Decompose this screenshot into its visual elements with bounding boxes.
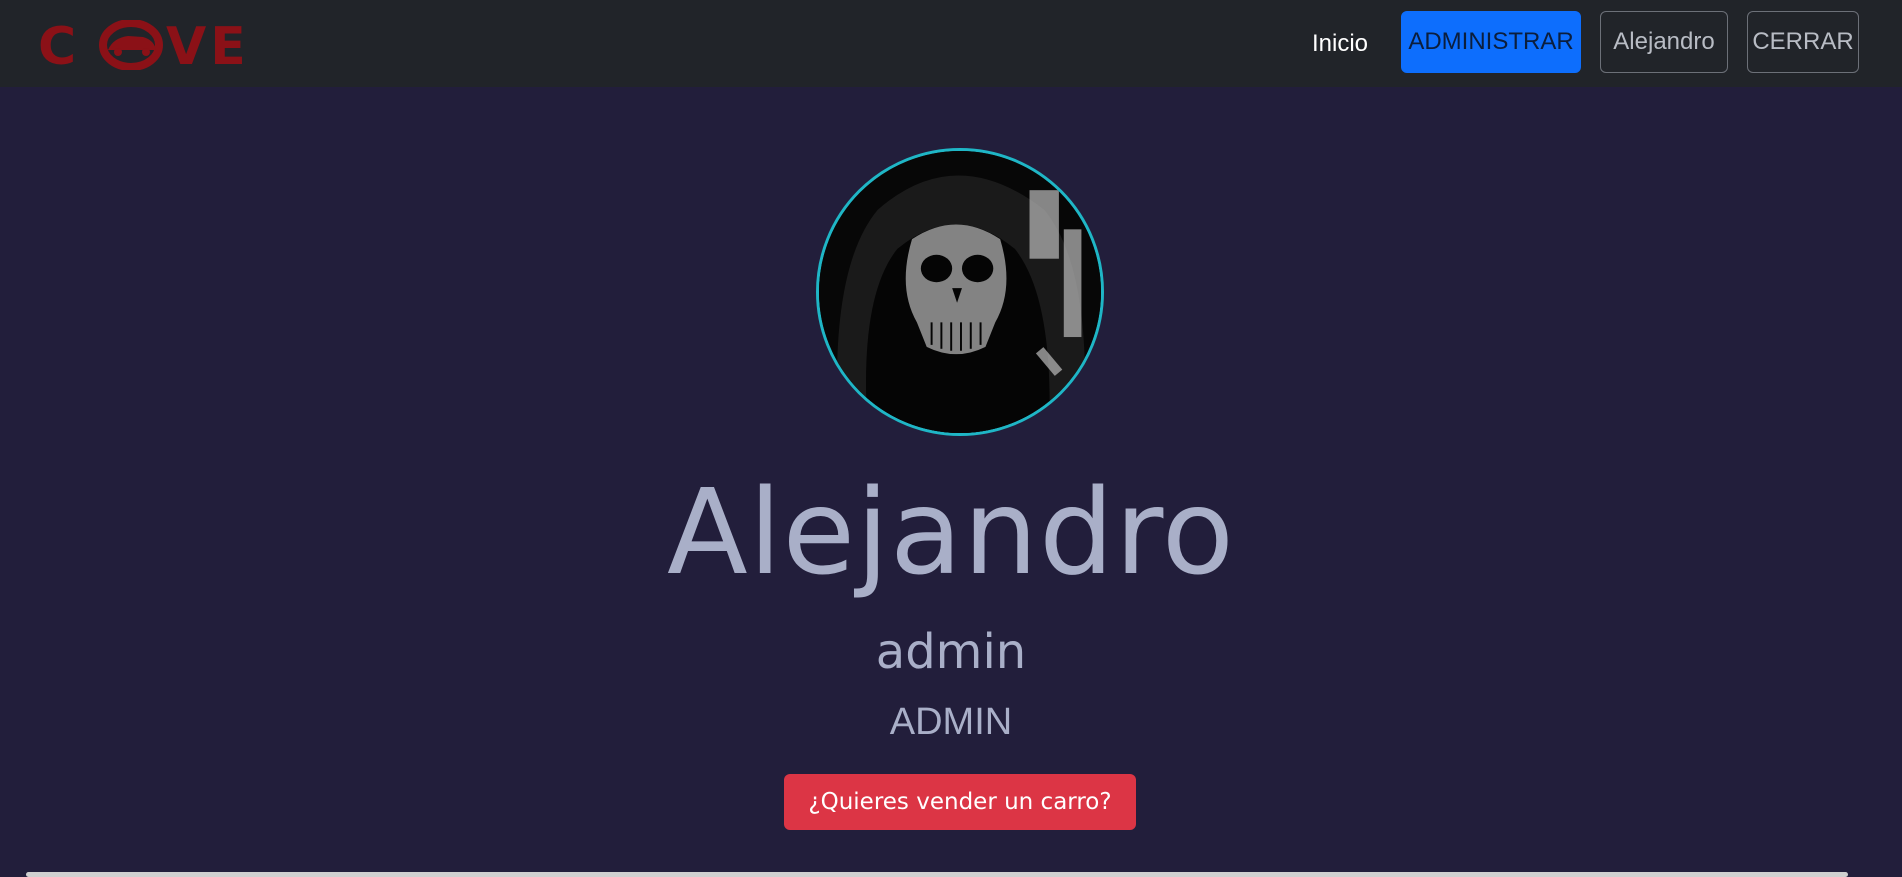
profile-username: admin <box>875 624 1027 680</box>
sell-car-button[interactable]: ¿Quieres vender un carro? <box>784 774 1136 830</box>
admin-button[interactable]: ADMINISTRAR <box>1401 11 1581 73</box>
svg-text:VE: VE <box>166 20 250 70</box>
horizontal-scrollbar[interactable] <box>26 872 1848 877</box>
car-icon <box>99 19 163 71</box>
hooded-skull-avatar-image <box>819 151 1101 433</box>
svg-text:C: C <box>38 20 78 70</box>
avatar <box>816 148 1104 436</box>
nav-link-inicio[interactable]: Inicio <box>1312 30 1368 58</box>
brand-logo[interactable]: C VE <box>38 17 288 77</box>
profile-role: ADMIN <box>889 701 1013 743</box>
user-button[interactable]: Alejandro <box>1600 11 1728 73</box>
logout-button[interactable]: CERRAR <box>1747 11 1859 73</box>
profile-display-name: Alejandro <box>666 463 1235 601</box>
brand-logo-image: C VE <box>38 17 250 77</box>
navbar: C VE Inicio ADMINISTRAR Alejandro CERRAR <box>0 0 1902 87</box>
